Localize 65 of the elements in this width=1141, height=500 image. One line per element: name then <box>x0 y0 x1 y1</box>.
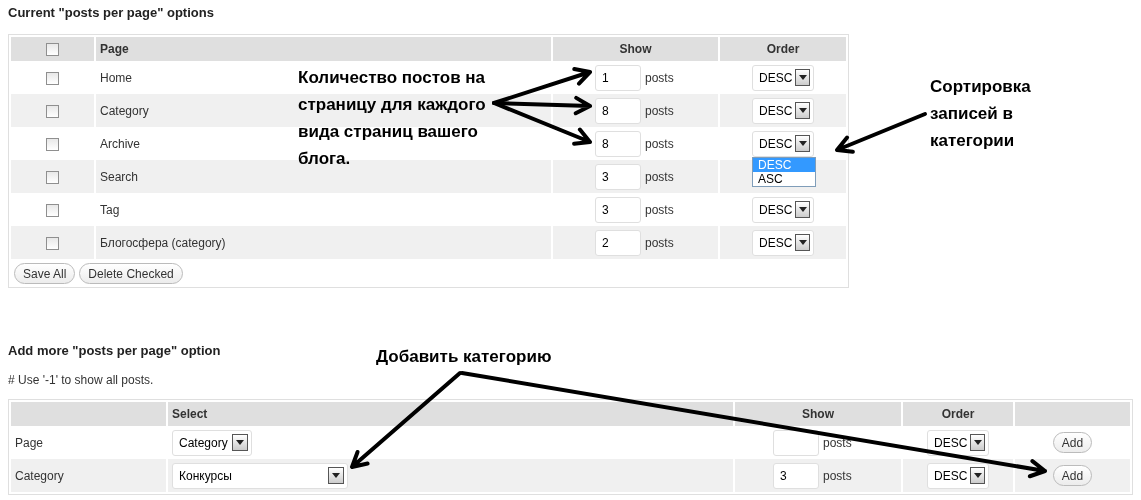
dropdown[interactable]: DESC <box>752 97 814 124</box>
column-header: Select <box>172 407 208 421</box>
column-header: Order <box>766 42 800 56</box>
dropdown[interactable]: DESC <box>752 229 814 256</box>
page-name: Home <box>100 70 132 85</box>
posts-count-field[interactable]: 8 <box>595 130 641 157</box>
posts-count-field[interactable]: 3 <box>595 163 641 190</box>
caret-icon[interactable] <box>795 135 810 152</box>
unit-label: posts <box>645 103 674 118</box>
posts-count-field[interactable]: 2 <box>595 229 641 256</box>
caret-icon[interactable] <box>232 434 248 451</box>
dropdown[interactable]: DESC <box>927 429 989 456</box>
add-button[interactable]: Add <box>1052 465 1093 486</box>
caret-icon[interactable] <box>970 467 985 484</box>
annotation-text: Количество постов на страницу для каждого вида страниц вашего блога. <box>298 67 487 170</box>
dropdown[interactable]: DESC <box>752 196 814 223</box>
hint-text: # Use '-1' to show all posts. <box>8 373 155 387</box>
select-all-checkbox[interactable] <box>46 43 59 57</box>
page-name: Category <box>100 103 149 118</box>
checkbox[interactable] <box>46 203 59 217</box>
caret-icon[interactable] <box>795 102 810 119</box>
page-name: Search <box>100 169 139 184</box>
dropdown[interactable]: Конкурсы <box>172 462 348 489</box>
checkbox[interactable] <box>46 71 59 85</box>
page-name: Блогосфера (category) <box>100 235 226 250</box>
caret-icon[interactable] <box>970 434 985 451</box>
checkbox[interactable] <box>46 104 59 118</box>
dropdown-option[interactable]: ASC <box>753 171 815 186</box>
caret-icon[interactable] <box>328 467 344 484</box>
page-name: Tag <box>100 202 120 217</box>
row-label: Page <box>15 435 44 450</box>
checkbox[interactable] <box>46 137 59 151</box>
dropdown[interactable]: Category <box>172 429 252 456</box>
annotation-text: Сортировка записей в категории <box>930 76 1032 152</box>
unit-label: posts <box>645 70 674 85</box>
unit-label: posts <box>645 235 674 250</box>
unit-label: posts <box>823 468 852 483</box>
posts-count-field[interactable] <box>773 429 819 456</box>
posts-count-field[interactable]: 3 <box>595 196 641 223</box>
unit-label: posts <box>645 202 674 217</box>
action-button[interactable]: Save All <box>14 263 76 284</box>
posts-count-field[interactable]: 8 <box>595 97 641 124</box>
unit-label: posts <box>645 136 674 151</box>
section-title: Add more "posts per page" option <box>8 343 221 358</box>
annotation-text: Добавить категорию <box>376 346 553 368</box>
caret-icon[interactable] <box>795 201 810 218</box>
caret-icon[interactable] <box>795 69 810 86</box>
posts-count-field[interactable]: 3 <box>773 462 819 489</box>
caret-icon[interactable] <box>795 234 810 251</box>
unit-label: posts <box>823 435 852 450</box>
section-title: Current "posts per page" options <box>8 5 215 20</box>
row-label: Category <box>15 468 64 483</box>
checkbox[interactable] <box>46 236 59 250</box>
column-header: Show <box>802 407 834 421</box>
column-header: Show <box>619 42 652 56</box>
unit-label: posts <box>645 169 674 184</box>
column-header: Order <box>941 407 975 421</box>
action-button[interactable]: Delete Checked <box>79 263 183 284</box>
checkbox[interactable] <box>46 170 59 184</box>
add-button[interactable]: Add <box>1052 432 1093 453</box>
posts-count-field[interactable]: 1 <box>595 64 641 91</box>
column-header: Page <box>100 42 129 56</box>
dropdown[interactable]: DESC <box>752 64 814 91</box>
dropdown[interactable]: DESC <box>927 462 989 489</box>
page-name: Archive <box>100 136 140 151</box>
